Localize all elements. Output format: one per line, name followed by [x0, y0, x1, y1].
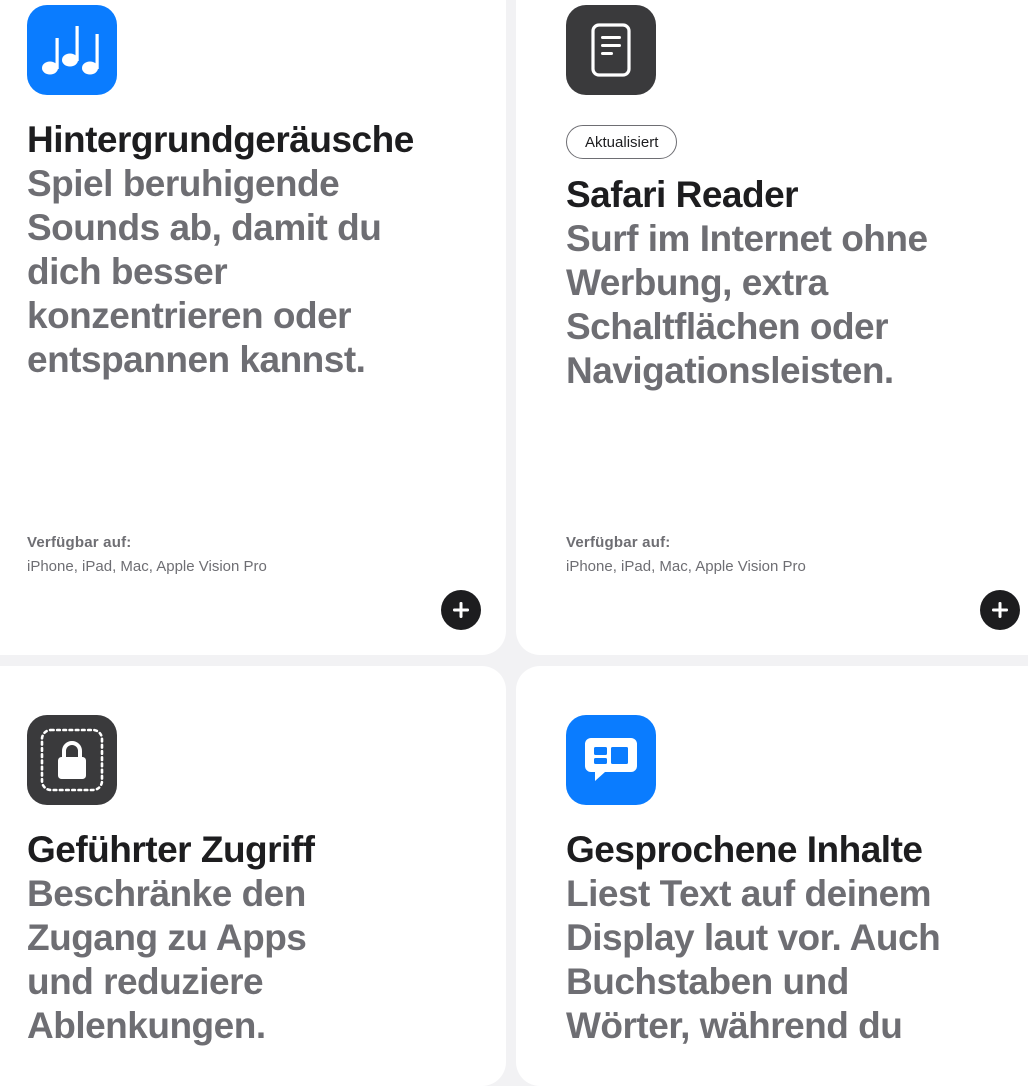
music-notes-icon [27, 5, 117, 95]
card-title: Hintergrundgeräusche [27, 119, 414, 160]
card-description: Beschränke den Zugang zu Apps und reduzi… [27, 873, 307, 1046]
feature-card-spoken-content: Gesprochene Inhalte Liest Text auf deine… [516, 666, 1028, 1086]
feature-card-background-sounds: Hintergrundgeräusche Spiel beruhigende S… [0, 0, 506, 655]
feature-card-guided-access: Geführter Zugriff Beschränke den Zugang … [0, 666, 506, 1086]
availability-label: Verfügbar auf: [566, 534, 671, 551]
availability-devices: iPhone, iPad, Mac, Apple Vision Pro [27, 558, 267, 575]
reader-document-icon [566, 5, 656, 95]
plus-icon [992, 602, 1008, 618]
card-title: Geführter Zugriff [27, 829, 315, 870]
plus-icon [453, 602, 469, 618]
expand-button[interactable] [980, 590, 1020, 630]
expand-button[interactable] [441, 590, 481, 630]
feature-card-safari-reader: Aktualisiert Safari Reader Surf im Inter… [516, 0, 1028, 655]
card-description: Liest Text auf deinem Display laut vor. … [566, 873, 941, 1046]
card-title: Safari Reader [566, 174, 799, 215]
card-description: Surf im Internet ohne Werbung, extra Sch… [566, 218, 928, 391]
availability-devices: iPhone, iPad, Mac, Apple Vision Pro [566, 558, 806, 575]
updated-badge: Aktualisiert [566, 125, 678, 159]
lock-icon [27, 715, 117, 805]
card-description: Spiel beruhigende Sounds ab, damit du di… [27, 163, 382, 380]
availability-label: Verfügbar auf: [27, 534, 132, 551]
card-title: Gesprochene Inhalte [566, 829, 923, 870]
speech-bubble-icon [566, 715, 656, 805]
